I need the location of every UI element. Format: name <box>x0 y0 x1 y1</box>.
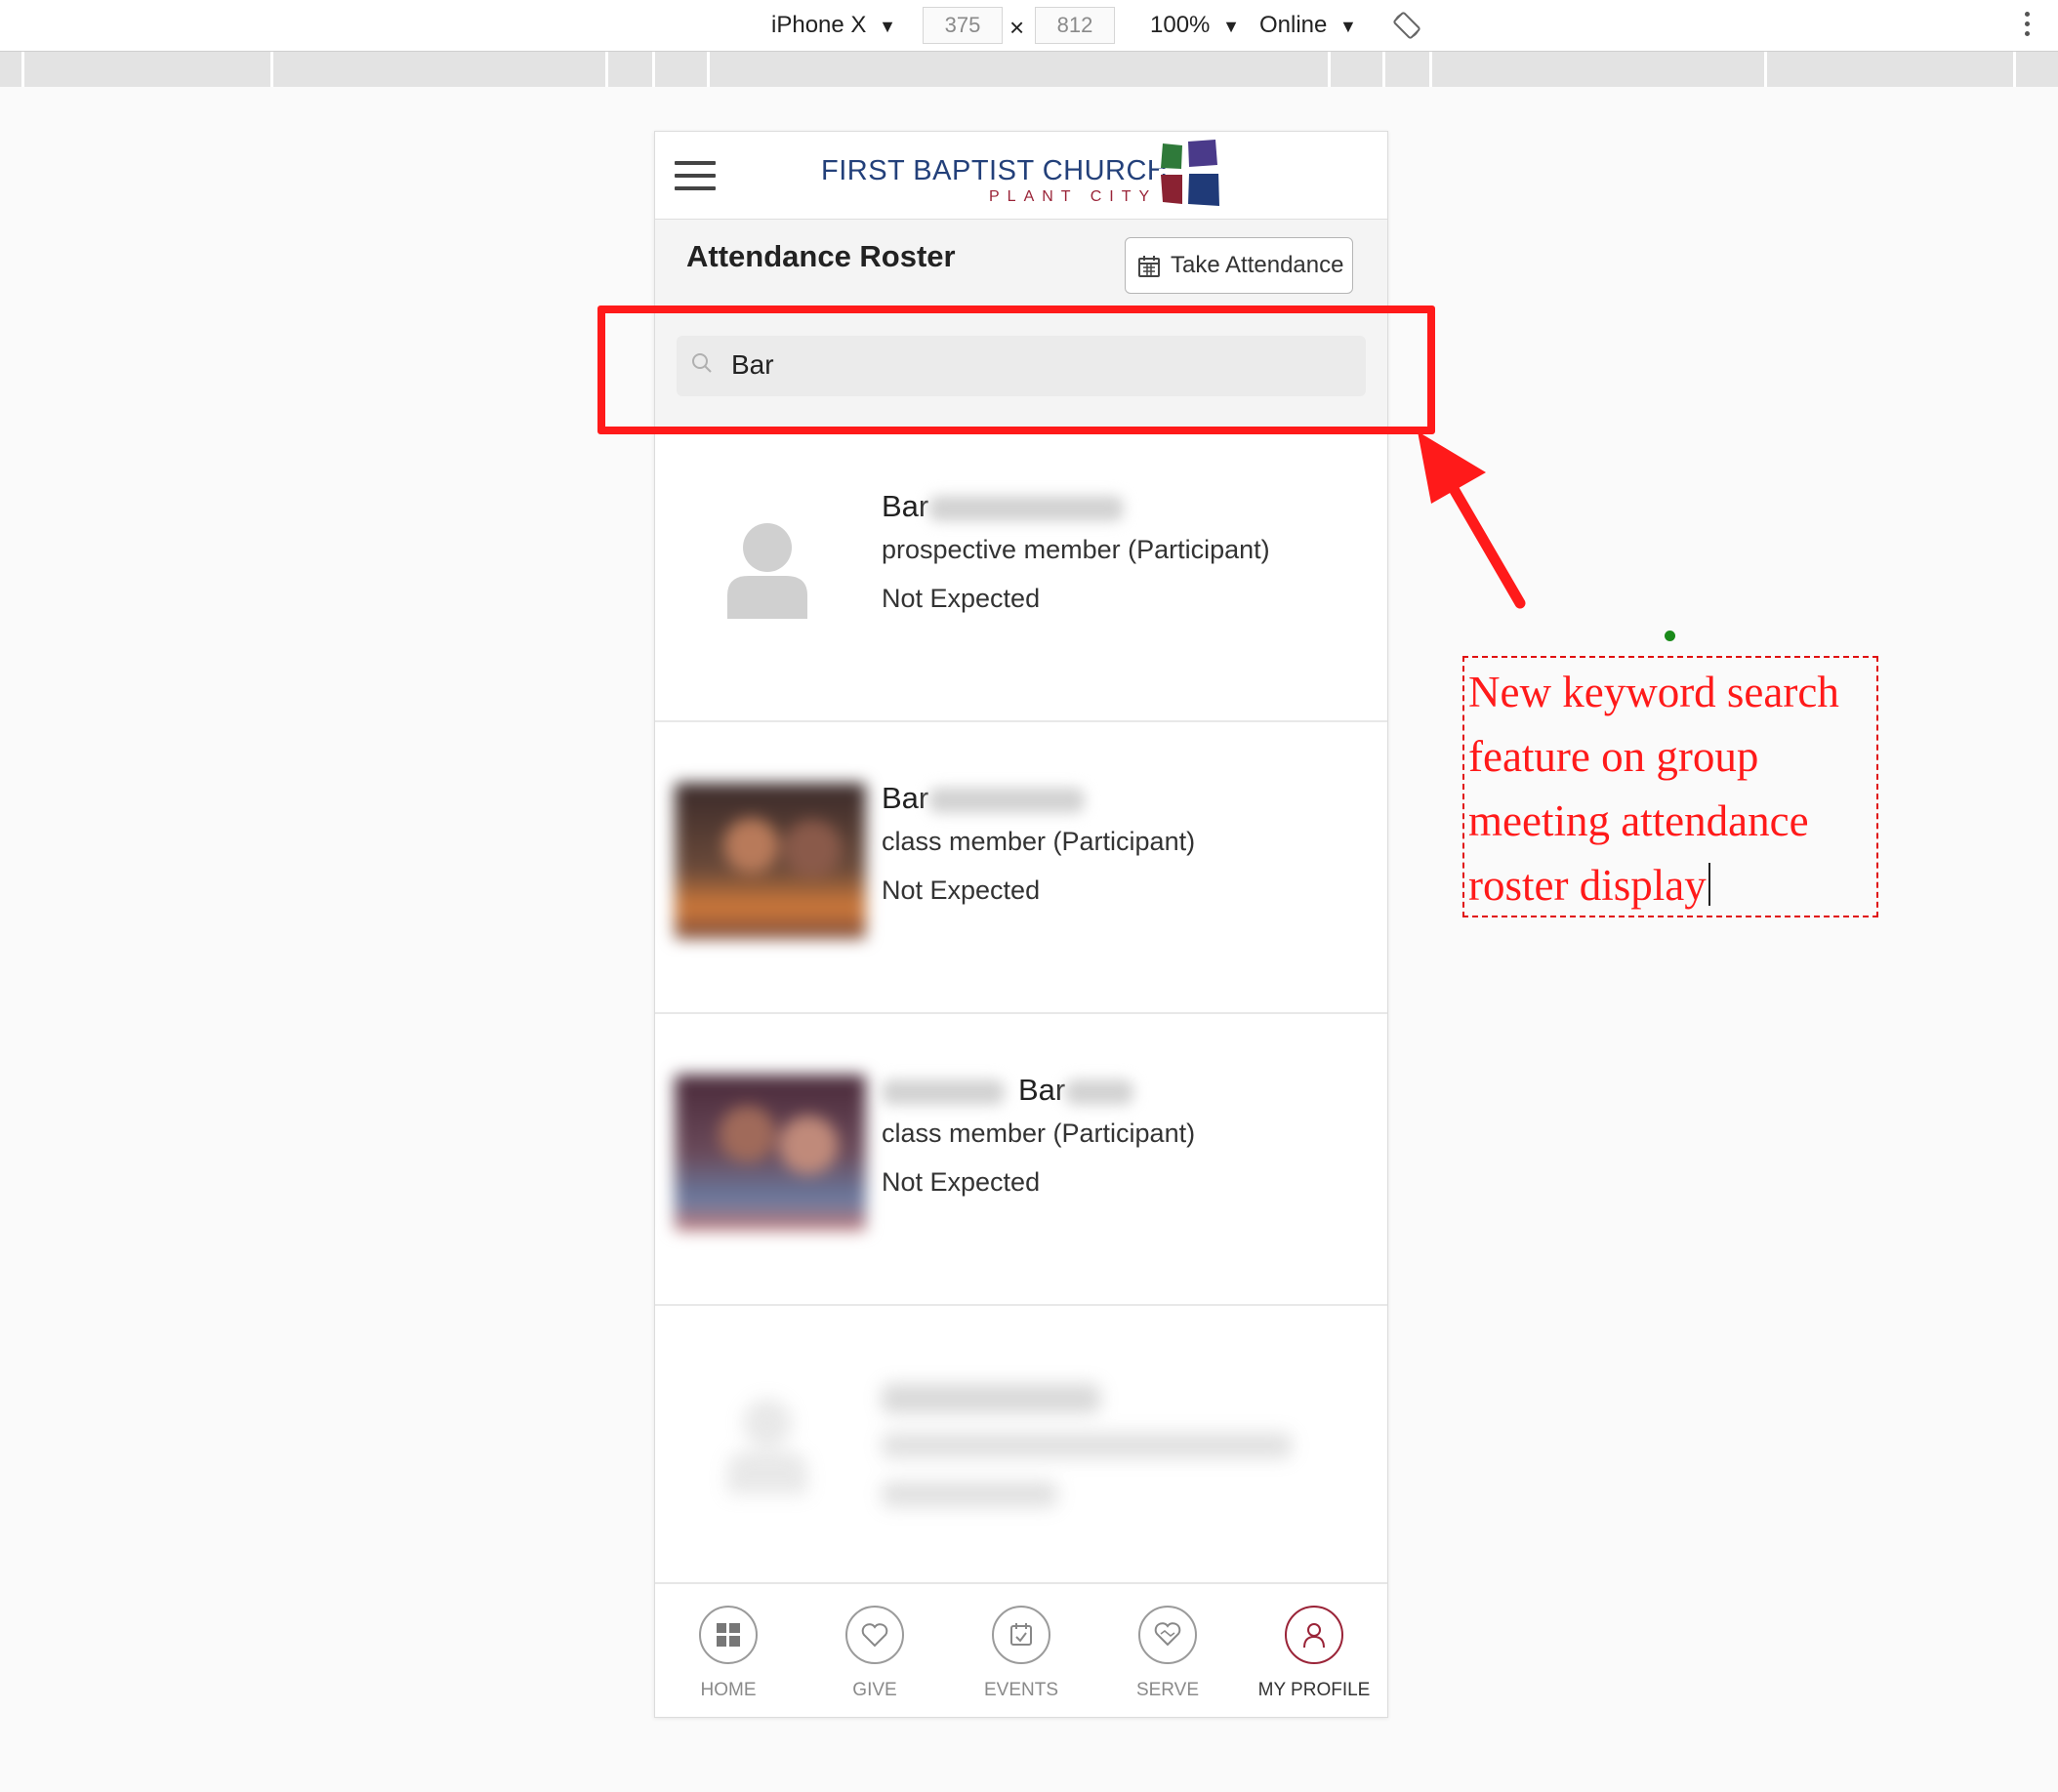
zoom-select[interactable]: 100% ▼ <box>1150 8 1240 44</box>
home-icon <box>699 1606 758 1664</box>
redacted-text <box>928 787 1086 813</box>
member-role: class member (Participant) <box>882 827 1196 856</box>
roster-list: Bar prospective member (Participant) Not… <box>655 430 1387 1598</box>
member-name-match: Bar <box>882 489 929 523</box>
media-query-ruler[interactable] <box>0 52 2058 87</box>
device-label: iPhone X <box>771 12 867 38</box>
chevron-down-icon: ▼ <box>879 17 896 36</box>
nav-serve-label: SERVE <box>1135 1680 1200 1700</box>
devtools-toolbar: iPhone X ▼ 375 × 812 100% ▼ Online ▼ <box>0 0 2058 52</box>
selection-handle[interactable] <box>1665 631 1675 641</box>
network-select[interactable]: Online ▼ <box>1259 8 1357 44</box>
member-photo <box>675 783 866 939</box>
chevron-down-icon: ▼ <box>1222 17 1240 36</box>
member-name: Bar <box>882 1073 1134 1112</box>
brand-name: FIRST BAPTIST CHURCH <box>821 155 1169 186</box>
attendance-status: Not Expected <box>882 1167 1041 1197</box>
redacted-text <box>928 495 1125 521</box>
zoom-label: 100% <box>1150 12 1211 38</box>
attendance-status: Not Expected <box>882 584 1041 613</box>
member-photo <box>675 1075 866 1231</box>
text-cursor <box>1708 863 1710 906</box>
height-input[interactable]: 812 <box>1035 7 1115 44</box>
nav-home-label: HOME <box>700 1680 757 1700</box>
person-icon <box>1285 1606 1343 1664</box>
redacted-text <box>882 1482 1057 1507</box>
nav-give[interactable]: GIVE <box>802 1584 948 1717</box>
handshake-icon <box>1138 1606 1197 1664</box>
take-attendance-label: Take Attendance <box>1171 252 1344 278</box>
default-avatar-icon <box>723 1397 811 1494</box>
redacted-text <box>1065 1079 1134 1105</box>
annotation-textbox[interactable]: New keyword search feature on group meet… <box>1462 656 1878 917</box>
nav-my-profile-label: MY PROFILE <box>1257 1680 1371 1700</box>
brand-subtitle: PLANT CITY <box>989 188 1158 205</box>
member-role: prospective member (Participant) <box>882 535 1270 564</box>
member-name: Bar <box>882 489 1125 528</box>
device-select[interactable]: iPhone X ▼ <box>771 8 896 44</box>
redacted-text <box>882 1433 1292 1458</box>
search-highlight-box <box>597 305 1435 434</box>
default-avatar-icon <box>723 521 811 619</box>
more-options-icon[interactable] <box>2025 12 2033 36</box>
dimension-times: × <box>1009 13 1025 42</box>
chevron-down-icon: ▼ <box>1339 17 1357 36</box>
hamburger-menu-icon[interactable] <box>675 161 716 190</box>
nav-home[interactable]: HOME <box>655 1584 802 1717</box>
member-role: class member (Participant) <box>882 1119 1196 1148</box>
roster-row[interactable]: Bar prospective member (Participant) Not… <box>655 430 1387 722</box>
nav-events[interactable]: EVENTS <box>948 1584 1094 1717</box>
rotate-icon[interactable] <box>1392 11 1421 45</box>
member-name-match: Bar <box>1018 1073 1066 1107</box>
redacted-text <box>882 1079 1005 1105</box>
redacted-text <box>882 1384 1100 1413</box>
attendance-status: Not Expected <box>882 876 1041 905</box>
page-title: Attendance Roster <box>686 239 956 273</box>
roster-row[interactable] <box>655 1306 1387 1598</box>
calendar-icon <box>1137 255 1161 283</box>
roster-row[interactable]: Bar class member (Participant) Not Expec… <box>655 1014 1387 1306</box>
member-name: Bar <box>882 781 1086 820</box>
nav-my-profile[interactable]: MY PROFILE <box>1241 1584 1387 1717</box>
heart-icon <box>845 1606 904 1664</box>
nav-serve[interactable]: SERVE <box>1094 1584 1241 1717</box>
church-logo-icon <box>1159 140 1221 206</box>
member-name-match: Bar <box>882 781 929 815</box>
nav-events-label: EVENTS <box>983 1680 1059 1700</box>
annotation-text: New keyword search feature on group meet… <box>1468 668 1839 910</box>
width-input[interactable]: 375 <box>923 7 1003 44</box>
app-header: FIRST BAPTIST CHURCH PLANT CITY <box>655 132 1387 220</box>
network-label: Online <box>1259 12 1328 38</box>
calendar-icon <box>992 1606 1050 1664</box>
take-attendance-button[interactable]: Take Attendance <box>1125 237 1353 294</box>
bottom-nav: HOME GIVE EVENTS SERVE MY PROFILE <box>655 1582 1387 1717</box>
roster-row[interactable]: Bar class member (Participant) Not Expec… <box>655 722 1387 1014</box>
nav-give-label: GIVE <box>852 1680 897 1700</box>
